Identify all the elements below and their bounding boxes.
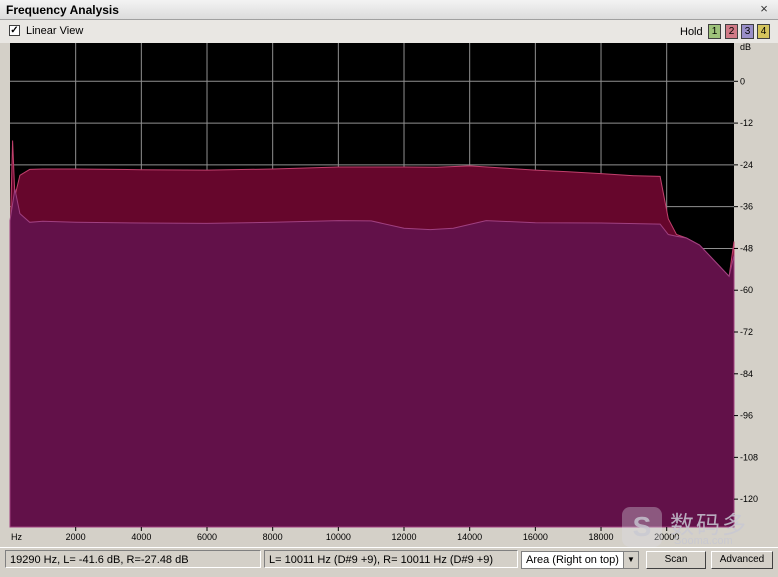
spectrum-areas xyxy=(9,140,735,528)
x-tick-label: 2000 xyxy=(66,532,86,542)
watermark: S 数码多 Sooma.com xyxy=(622,505,772,549)
hold-button-4[interactable]: 4 xyxy=(757,24,770,39)
y-tick-label: 0 xyxy=(740,76,745,86)
hold-button-2[interactable]: 2 xyxy=(725,24,738,39)
cursor-readout: 19290 Hz, L= -41.6 dB, R=-27.48 dB xyxy=(5,550,261,568)
y-tick-label: -60 xyxy=(740,285,753,295)
watermark-logo: S xyxy=(622,507,662,547)
y-unit-label: dB xyxy=(740,43,751,52)
title-bar: Frequency Analysis × xyxy=(0,0,778,20)
x-tick-label: 8000 xyxy=(263,532,283,542)
chevron-down-icon[interactable]: ▼ xyxy=(623,552,638,568)
y-tick-label: -72 xyxy=(740,327,753,337)
x-tick-label: 18000 xyxy=(589,532,614,542)
scan-button[interactable]: Scan xyxy=(646,551,706,569)
hold-button-3[interactable]: 3 xyxy=(741,24,754,39)
hold-button-1[interactable]: 1 xyxy=(708,24,721,39)
watermark-en-text: Sooma.com xyxy=(674,535,733,547)
x-unit-label: Hz xyxy=(11,532,22,542)
hold-label: Hold xyxy=(680,26,703,38)
linear-view-checkbox[interactable]: ✓ xyxy=(9,25,20,36)
x-tick-label: 10000 xyxy=(326,532,351,542)
advanced-button[interactable]: Advanced xyxy=(711,551,773,569)
linear-view-label: Linear View xyxy=(26,25,84,37)
spectrum-series-2 xyxy=(9,189,735,528)
view-mode-value: Area (Right on top) xyxy=(526,554,619,566)
close-icon[interactable]: × xyxy=(756,1,772,17)
window-title: Frequency Analysis xyxy=(6,3,119,17)
view-mode-select[interactable]: Area (Right on top) ▼ xyxy=(521,551,639,569)
y-tick-label: -48 xyxy=(740,243,753,253)
y-tick-label: -12 xyxy=(740,118,753,128)
x-tick-label: 6000 xyxy=(197,532,217,542)
y-tick-label: -108 xyxy=(740,452,758,462)
x-tick-label: 14000 xyxy=(457,532,482,542)
x-tick-label: 12000 xyxy=(391,532,416,542)
x-tick-label: 16000 xyxy=(523,532,548,542)
y-tick-label: -36 xyxy=(740,202,753,212)
y-tick-label: -96 xyxy=(740,411,753,421)
y-tick-label: -120 xyxy=(740,494,758,504)
toolbar xyxy=(0,20,778,43)
x-tick-label: 4000 xyxy=(131,532,151,542)
y-tick-label: -24 xyxy=(740,160,753,170)
spectrum-plot[interactable]: dB 0 -12 -24 -36 -48 -60 -72 -84 -96 -108 -120 Hz 20… xyxy=(0,43,778,547)
y-tick-label: -84 xyxy=(740,369,753,379)
peak-readout: L= 10011 Hz (D#9 +9), R= 10011 Hz (D#9 +… xyxy=(264,550,518,568)
